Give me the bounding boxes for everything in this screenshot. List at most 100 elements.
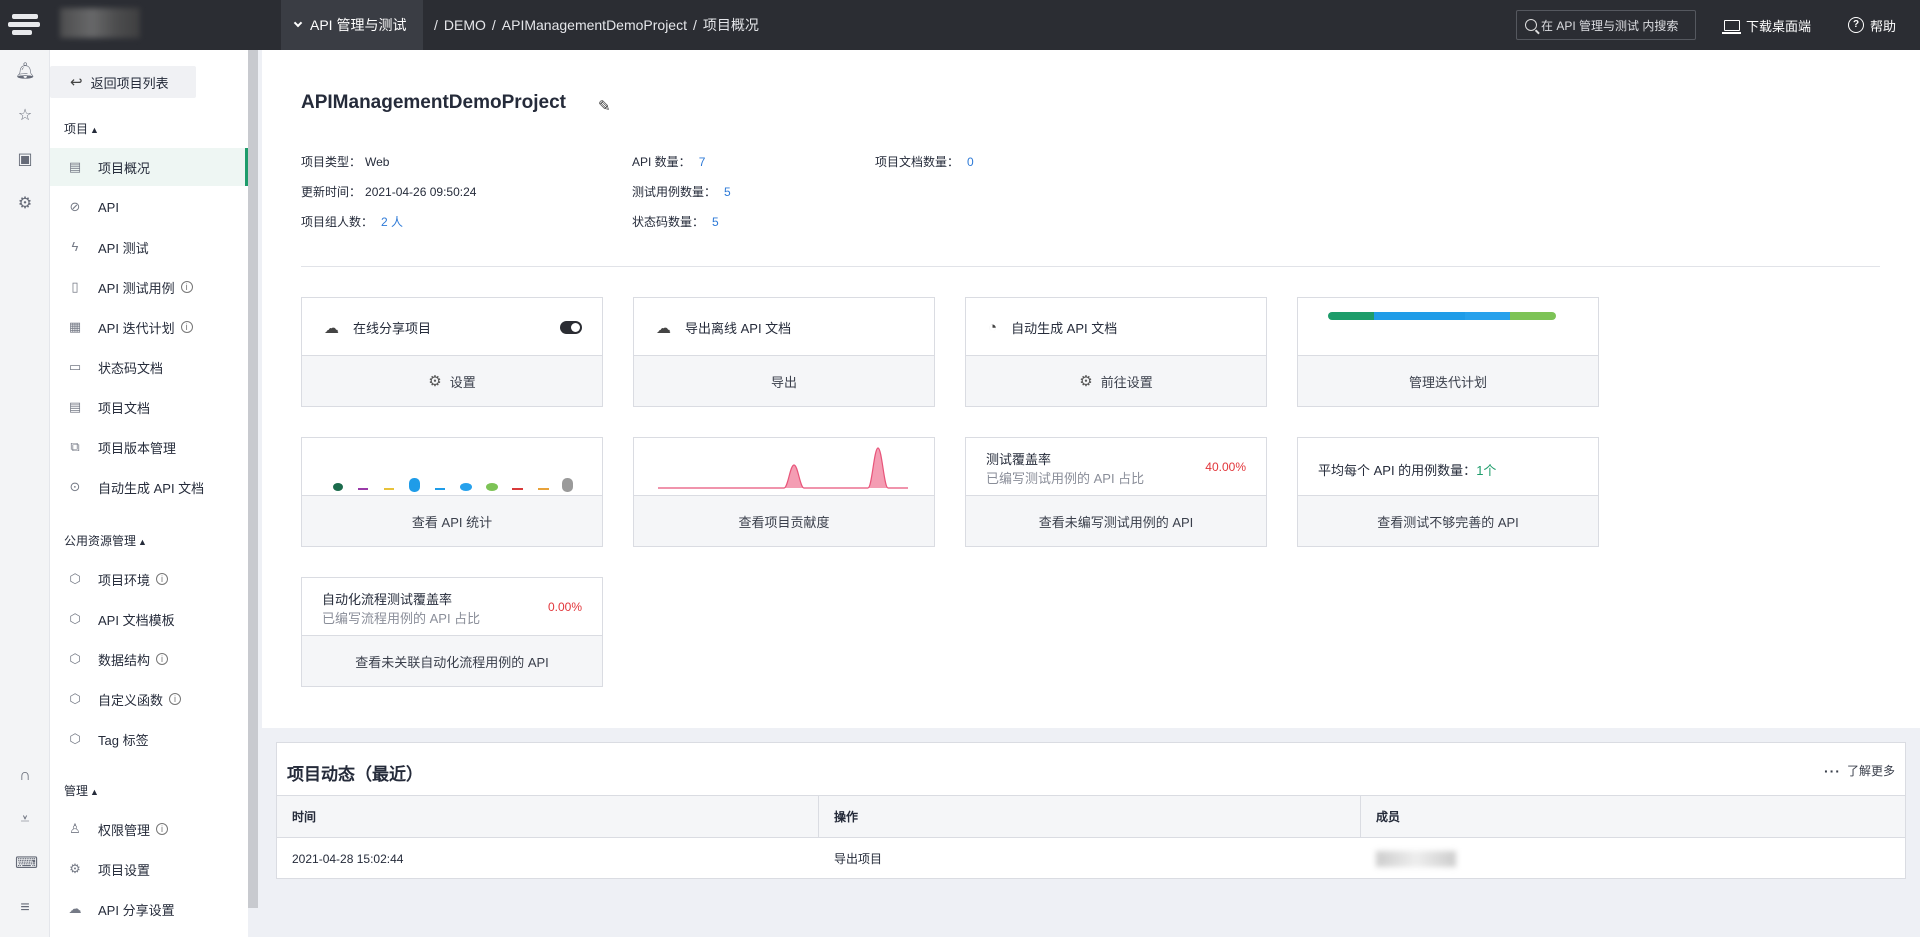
sidebar-item-label: 项目环境 <box>98 572 151 588</box>
learn-more-link[interactable]: ··· 了解更多 <box>1824 762 1895 779</box>
view-untested-api-button[interactable]: 查看未编写测试用例的 API <box>966 496 1266 546</box>
view-api-stats-button[interactable]: 查看 API 统计 <box>302 496 602 546</box>
cloud-download-icon: ☁ <box>656 319 671 337</box>
view-unlinked-flow-button[interactable]: 查看未关联自动化流程用例的 API <box>302 636 602 686</box>
sidebar-scrollbar[interactable] <box>248 50 258 908</box>
status-count-link[interactable]: 5 <box>712 215 719 229</box>
breadcrumb-item[interactable]: DEMO <box>444 17 486 33</box>
cloud-icon: ☁ <box>68 901 82 916</box>
iteration-segment <box>1464 312 1511 320</box>
box-icon[interactable]: ▣ <box>15 150 35 170</box>
button-label: 导出 <box>770 374 797 390</box>
clipboard-icon: ▯ <box>71 279 79 294</box>
api-count-link[interactable]: 7 <box>699 155 706 169</box>
learn-more-label: 了解更多 <box>1846 764 1895 778</box>
search-placeholder: 在 API 管理与测试 内搜索 <box>1541 18 1679 33</box>
meta-value: 2021-04-26 09:50:24 <box>365 185 477 199</box>
sidebar-group-management[interactable]: 管理 ▲ <box>64 782 99 799</box>
service-selector[interactable]: API 管理与测试 <box>281 0 423 50</box>
sidebar-item-versions[interactable]: ⧉ 项目版本管理 <box>50 428 248 466</box>
sidebar-item-label: Tag 标签 <box>98 732 149 748</box>
sidebar-item-environment[interactable]: ⬡ 项目环境 i <box>50 560 248 598</box>
settings-icon[interactable]: ⚙ <box>15 194 35 214</box>
button-label: 前往设置 <box>1100 374 1153 390</box>
keyboard-icon[interactable]: ⌨ <box>15 854 38 874</box>
document-icon: ▤ <box>68 159 82 174</box>
doc-count-link[interactable]: 0 <box>967 155 974 169</box>
activity-time: 2021-04-28 15:02:44 <box>292 851 404 866</box>
stat-mark <box>486 483 498 491</box>
help-icon: ? <box>1848 17 1864 33</box>
contribution-card: 查看项目贡献度 <box>633 437 935 547</box>
download-desktop-link[interactable]: 下载桌面端 <box>1722 0 1811 50</box>
case-count-link[interactable]: 5 <box>724 185 731 199</box>
flow-coverage-subtitle: 已编写流程用例的 API 占比 <box>322 611 481 626</box>
share-toggle[interactable] <box>560 321 582 334</box>
sidebar-item-api[interactable]: ⊘ API <box>50 188 248 226</box>
meta-label: API 数量： <box>632 155 691 169</box>
robot-icon: ⊙ <box>69 479 81 494</box>
sidebar-item-share-settings[interactable]: ☁ API 分享设置 <box>50 890 248 928</box>
sidebar-item-permissions[interactable]: ♙ 权限管理 i <box>50 810 248 848</box>
sidebar-item-label: API 迭代计划 <box>98 320 175 336</box>
share-settings-button[interactable]: ⚙ 设置 <box>302 356 602 406</box>
sidebar-item-label: 项目概况 <box>98 160 151 176</box>
download-icon[interactable]: ⩡ <box>15 810 35 830</box>
flow-coverage-card: 自动化流程测试覆盖率 已编写流程用例的 API 占比 0.00% 查看未关联自动… <box>301 577 603 687</box>
sidebar-item-test-cases[interactable]: ▯ API 测试用例 i <box>50 268 248 306</box>
api-stats-card: 查看 API 统计 <box>301 437 603 547</box>
export-button[interactable]: 导出 <box>634 356 934 406</box>
sidebar-item-label: 自动生成 API 文档 <box>98 480 205 496</box>
manage-iteration-button[interactable]: 管理迭代计划 <box>1298 356 1598 406</box>
sidebar-item-label: 权限管理 <box>98 822 151 838</box>
copy-icon: ⧉ <box>70 439 80 454</box>
sidebar-item-project-docs[interactable]: ▤ 项目文档 <box>50 388 248 426</box>
sidebar-item-autogen[interactable]: ⊙ 自动生成 API 文档 <box>50 468 248 506</box>
sidebar-item-data-structure[interactable]: ⬡ 数据结构 i <box>50 640 248 678</box>
note-icon: ▭ <box>68 359 82 374</box>
meta-label: 项目文档数量： <box>875 155 960 169</box>
sidebar-item-api-test[interactable]: ϟ API 测试 <box>50 228 248 266</box>
info-icon[interactable]: i <box>156 823 169 835</box>
stat-mark <box>538 488 549 490</box>
search-input[interactable]: 在 API 管理与测试 内搜索 <box>1516 10 1696 40</box>
back-to-projects-button[interactable]: ↩ 返回项目列表 <box>50 66 196 98</box>
calendar-icon: ▦ <box>68 319 82 334</box>
member-avatar <box>1376 850 1456 867</box>
card-title: 导出离线 API 文档 <box>685 321 792 336</box>
user-avatar[interactable] <box>60 8 140 38</box>
logo-icon[interactable] <box>8 10 40 40</box>
edit-icon[interactable]: ✎ <box>598 97 616 115</box>
headset-icon[interactable]: ∩ <box>15 766 35 786</box>
view-weak-tests-button[interactable]: 查看测试不够完善的 API <box>1298 496 1598 546</box>
sidebar-item-doc-template[interactable]: ⬡ API 文档模板 <box>50 600 248 638</box>
bell-icon[interactable]: 🔔︎ <box>15 62 35 82</box>
sidebar-item-project-settings[interactable]: ⚙ 项目设置 <box>50 850 248 888</box>
help-link[interactable]: ? 帮助 <box>1848 0 1896 50</box>
sidebar-item-overview[interactable]: ▤ 项目概况 <box>50 148 248 186</box>
members-link[interactable]: 2 人 <box>381 215 403 229</box>
menu-icon[interactable]: ≡ <box>15 898 35 918</box>
column-header: 操作 <box>819 796 1361 837</box>
view-contribution-button[interactable]: 查看项目贡献度 <box>634 496 934 546</box>
info-icon[interactable]: i <box>169 693 182 705</box>
sidebar-group-project[interactable]: 项目 ▲ <box>64 120 99 137</box>
meta-label: 更新时间： <box>301 185 362 199</box>
cube-icon: ⬡ <box>69 651 81 666</box>
sidebar-item-iteration[interactable]: ▦ API 迭代计划 i <box>50 308 248 346</box>
sidebar-item-custom-function[interactable]: ⬡ 自定义函数 i <box>50 680 248 718</box>
sidebar-item-status-codes[interactable]: ▭ 状态码文档 <box>50 348 248 386</box>
coverage-title: 测试覆盖率 <box>986 452 1052 467</box>
goto-settings-button[interactable]: ⚙ 前往设置 <box>966 356 1266 406</box>
sidebar-group-shared-resources[interactable]: 公用资源管理 ▲ <box>64 532 147 549</box>
sidebar-item-tags[interactable]: ⬡ Tag 标签 <box>50 720 248 758</box>
stat-mark <box>512 488 523 490</box>
star-icon[interactable]: ☆ <box>15 106 35 126</box>
info-icon[interactable]: i <box>156 573 169 585</box>
info-icon[interactable]: i <box>156 653 169 665</box>
info-icon[interactable]: i <box>180 281 193 293</box>
sidebar-item-label: API <box>98 199 119 215</box>
info-icon[interactable]: i <box>180 321 193 333</box>
monitor-icon <box>1722 19 1741 34</box>
breadcrumb-item[interactable]: APIManagementDemoProject <box>502 17 687 33</box>
